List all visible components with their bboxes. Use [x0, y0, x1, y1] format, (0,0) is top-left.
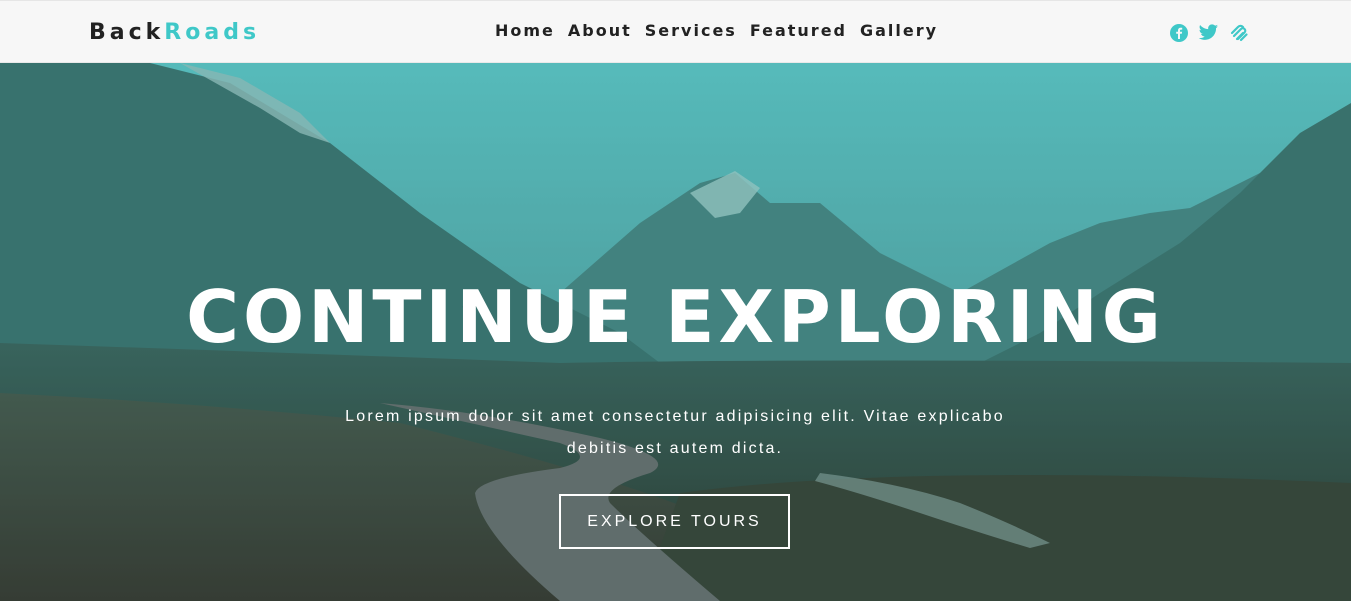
social-links	[1168, 23, 1249, 43]
facebook-icon[interactable]	[1168, 23, 1189, 43]
twitter-icon[interactable]	[1198, 23, 1219, 43]
nav-link-gallery[interactable]: Gallery	[860, 21, 938, 40]
hero-section: CONTINUE EXPLORING Lorem ipsum dolor sit…	[0, 63, 1351, 601]
logo[interactable]: BackRoads	[89, 19, 260, 47]
nav-link-about[interactable]: About	[568, 21, 632, 40]
logo-text-roads: Roads	[164, 20, 261, 45]
navbar: BackRoads Home About Services Featured G…	[0, 0, 1351, 63]
squarespace-icon[interactable]	[1228, 23, 1249, 43]
explore-tours-button[interactable]: EXPLORE TOURS	[559, 494, 790, 549]
logo-text-back: Back	[89, 20, 165, 45]
nav-link-services[interactable]: Services	[645, 21, 737, 40]
hero-description: Lorem ipsum dolor sit amet consectetur a…	[345, 408, 1005, 457]
hero-title: CONTINUE EXPLORING	[186, 275, 1165, 359]
nav-link-featured[interactable]: Featured	[750, 21, 847, 40]
nav-link-home[interactable]: Home	[495, 21, 555, 40]
nav-links: Home About Services Featured Gallery	[495, 21, 938, 40]
